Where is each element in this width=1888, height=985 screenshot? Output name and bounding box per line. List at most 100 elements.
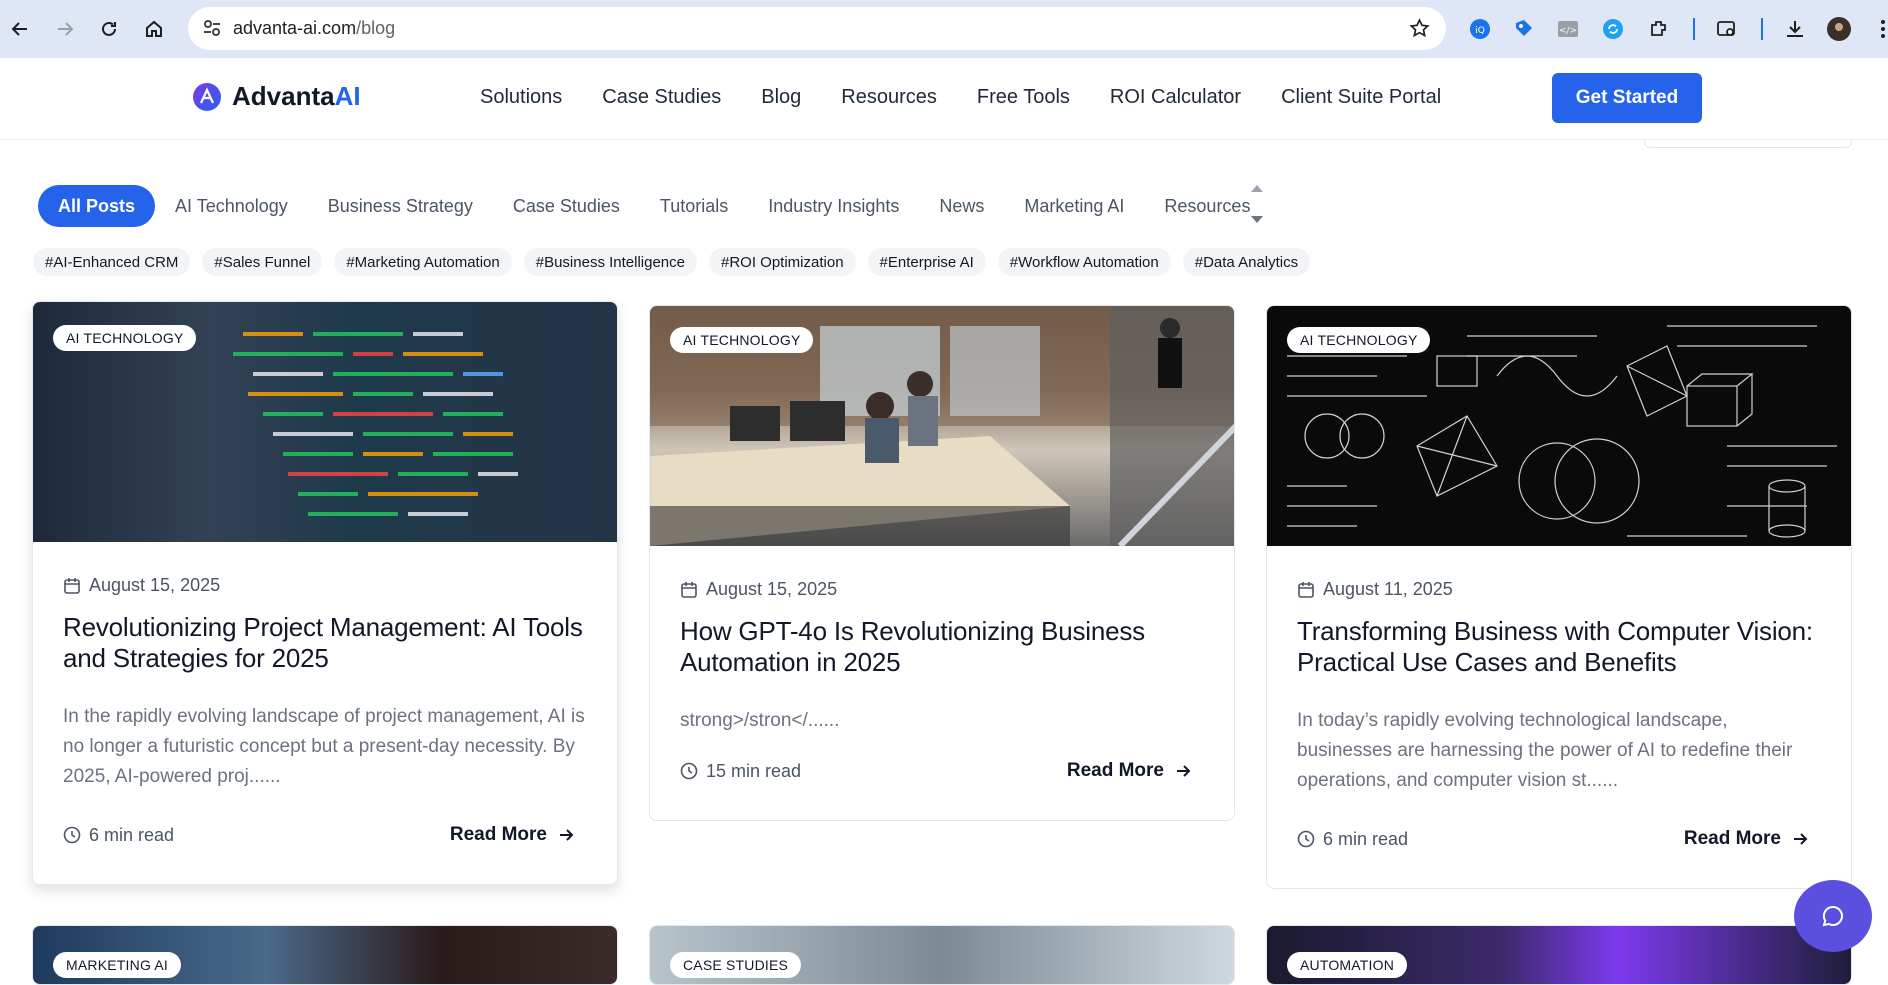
post-card[interactable]: AI TECHNOLOGY August 15, 2025 Revolution… <box>32 301 618 885</box>
post-date: August 11, 2025 <box>1297 579 1821 600</box>
category-all-posts[interactable]: All Posts <box>38 185 156 227</box>
category-filter: All Posts AI Technology Business Strateg… <box>38 185 1270 227</box>
main-nav: Solutions Case Studies Blog Resources Fr… <box>480 86 1481 109</box>
post-excerpt: strong>/stron</...... <box>680 710 840 731</box>
category-case-studies[interactable]: Case Studies <box>493 185 640 227</box>
post-date-text: August 11, 2025 <box>1323 579 1453 599</box>
calendar-icon <box>681 581 697 598</box>
read-time: 6 min read <box>1297 829 1408 850</box>
nav-client-suite-portal[interactable]: Client Suite Portal <box>1281 86 1441 109</box>
toolbar-divider <box>1761 18 1763 40</box>
post-date-text: August 15, 2025 <box>706 579 838 599</box>
tag-chip[interactable]: #Workflow Automation <box>997 248 1171 276</box>
post-title[interactable]: Revolutionizing Project Management: AI T… <box>63 612 587 674</box>
chat-bubble-icon <box>1822 905 1843 927</box>
address-bar[interactable]: advanta-ai.com/blog <box>188 7 1446 50</box>
category-scroll-arrows[interactable] <box>1247 182 1267 226</box>
category-tutorials[interactable]: Tutorials <box>640 185 748 227</box>
extension-tag-icon[interactable] <box>1511 16 1537 42</box>
nav-blog[interactable]: Blog <box>761 86 801 109</box>
toolbar-divider <box>1693 18 1695 40</box>
site-info-icon[interactable] <box>202 18 222 43</box>
post-image-chalkboard: AI TECHNOLOGY <box>1267 306 1851 546</box>
menu-dots-icon[interactable] <box>1870 16 1888 42</box>
extension-blue-icon[interactable]: iQ <box>1467 16 1493 42</box>
post-card[interactable]: MARKETING AI <box>32 925 618 985</box>
clock-icon <box>1297 830 1315 848</box>
read-more-label: Read More <box>449 824 547 845</box>
read-more-link[interactable]: Read More <box>450 824 575 846</box>
read-time-text: 6 min read <box>1323 828 1409 849</box>
read-more-label: Read More <box>1066 760 1164 781</box>
search-box-edge <box>1644 140 1852 148</box>
post-image-case-study: CASE STUDIES <box>650 926 1234 984</box>
post-category-badge: MARKETING AI <box>53 952 181 978</box>
category-industry-insights[interactable]: Industry Insights <box>748 185 919 227</box>
post-category-badge: AI TECHNOLOGY <box>1287 327 1431 353</box>
bookmark-star-icon[interactable] <box>1409 18 1430 44</box>
post-card[interactable]: AI TECHNOLOGY August 11, 2025 Transformi… <box>1266 305 1852 889</box>
extensions-puzzle-icon[interactable] <box>1646 16 1672 42</box>
svg-text:iQ: iQ <box>1475 26 1485 36</box>
post-title[interactable]: How GPT-4o Is Revolutionizing Business A… <box>680 616 1204 678</box>
post-excerpt: In the rapidly evolving landscape of pro… <box>63 706 585 787</box>
logo-icon <box>193 82 221 111</box>
category-news[interactable]: News <box>919 185 1004 227</box>
browser-toolbar: advanta-ai.com/blog iQ </> <box>0 0 1888 58</box>
tab-search-icon[interactable] <box>1714 16 1740 42</box>
post-excerpt: In today’s rapidly evolving technologica… <box>1297 710 1793 791</box>
tag-chip[interactable]: #AI-Enhanced CRM <box>33 248 191 276</box>
reload-icon[interactable] <box>94 14 124 44</box>
tag-chip[interactable]: #Sales Funnel <box>202 248 323 276</box>
forward-icon[interactable] <box>50 14 80 44</box>
arrow-right-icon <box>560 829 574 841</box>
post-title[interactable]: Transforming Business with Computer Visi… <box>1297 616 1821 678</box>
post-image-office: AI TECHNOLOGY <box>650 306 1234 546</box>
get-started-button[interactable]: Get Started <box>1552 73 1702 123</box>
svg-text:</>: </> <box>1559 26 1577 36</box>
logo[interactable]: AdvantaAI <box>192 81 361 112</box>
post-image-marketing: MARKETING AI <box>33 926 617 984</box>
read-more-link[interactable]: Read More <box>1684 828 1809 850</box>
tag-chip[interactable]: #Business Intelligence <box>523 248 697 276</box>
nav-solutions[interactable]: Solutions <box>480 86 562 109</box>
download-icon[interactable] <box>1782 16 1808 42</box>
read-time-text: 6 min read <box>89 824 175 845</box>
post-date: August 15, 2025 <box>680 579 1204 600</box>
category-business-strategy[interactable]: Business Strategy <box>308 185 493 227</box>
site-header: AdvantaAI Solutions Case Studies Blog Re… <box>0 58 1888 140</box>
post-image-automation: AUTOMATION <box>1267 926 1851 984</box>
post-card[interactable]: AUTOMATION <box>1266 925 1852 985</box>
nav-free-tools[interactable]: Free Tools <box>977 86 1070 109</box>
extension-refresh-icon[interactable] <box>1600 16 1626 42</box>
url-text: advanta-ai.com/blog <box>233 18 396 38</box>
tag-chip[interactable]: #Enterprise AI <box>867 248 986 276</box>
home-icon[interactable] <box>139 14 169 44</box>
logo-text: AdvantaAI <box>232 81 361 111</box>
calendar-icon <box>64 577 80 594</box>
post-card[interactable]: CASE STUDIES <box>649 925 1235 985</box>
read-more-link[interactable]: Read More <box>1067 760 1192 782</box>
nav-roi-calculator[interactable]: ROI Calculator <box>1110 86 1241 109</box>
tag-list: #AI-Enhanced CRM #Sales Funnel #Marketin… <box>33 248 1322 276</box>
category-marketing-ai[interactable]: Marketing AI <box>1004 185 1144 227</box>
read-time: 15 min read <box>680 761 801 782</box>
tag-chip[interactable]: #Marketing Automation <box>334 248 512 276</box>
profile-avatar[interactable] <box>1826 16 1852 42</box>
nav-resources[interactable]: Resources <box>841 86 937 109</box>
chat-button[interactable] <box>1794 880 1872 952</box>
read-time-text: 15 min read <box>706 760 802 781</box>
post-category-badge: CASE STUDIES <box>670 952 802 978</box>
tag-chip[interactable]: #Data Analytics <box>1182 248 1311 276</box>
category-ai-technology[interactable]: AI Technology <box>155 185 308 227</box>
post-date-text: August 15, 2025 <box>89 575 221 595</box>
clock-icon <box>63 826 81 844</box>
extension-code-icon[interactable]: </> <box>1555 16 1581 42</box>
post-card[interactable]: AI TECHNOLOGY August 15, 2025 How GPT-4o… <box>649 305 1235 821</box>
clock-icon <box>680 762 698 780</box>
tag-chip[interactable]: #ROI Optimization <box>709 248 856 276</box>
post-category-badge: AUTOMATION <box>1287 952 1408 978</box>
post-date: August 15, 2025 <box>63 575 587 596</box>
back-icon[interactable] <box>5 14 35 44</box>
nav-case-studies[interactable]: Case Studies <box>602 86 721 109</box>
